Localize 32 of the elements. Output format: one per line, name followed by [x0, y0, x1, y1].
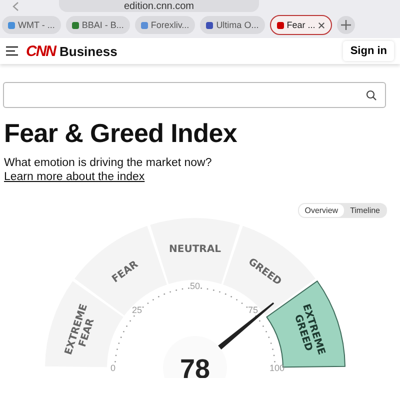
section-title: Business	[60, 44, 118, 58]
subtitle: What emotion is driving the market now?	[4, 157, 213, 169]
scale-label: 50	[190, 281, 200, 291]
segment-label: NEUTRAL	[169, 244, 221, 255]
new-tab-icon[interactable]	[337, 16, 356, 34]
tab-label: Ultima O...	[216, 20, 259, 30]
page-title: Fear & Greed Index	[4, 118, 238, 149]
tab-label: Fear ...	[286, 20, 316, 30]
sign-in-button[interactable]: Sign in	[343, 41, 394, 61]
scale-label: 0	[110, 363, 116, 373]
tab-label: Forexliv...	[150, 20, 190, 30]
logo[interactable]: CNN	[26, 42, 56, 60]
browser-tab[interactable]: BBAI - B...	[66, 16, 130, 34]
browser-tab[interactable]: Ultima O...	[200, 16, 265, 34]
browser-tab[interactable]: Forexliv...	[134, 16, 196, 34]
gauge-value: 78	[180, 354, 210, 378]
scale-label: 75	[248, 305, 258, 316]
view-tab[interactable]: Overview	[298, 204, 344, 217]
learn-more-link[interactable]: Learn more about the index	[4, 171, 145, 183]
menu-icon[interactable]	[6, 46, 18, 56]
scale-label: 100	[269, 363, 285, 373]
tab-label: BBAI - B...	[82, 20, 124, 30]
view-tab[interactable]: Timeline	[344, 204, 386, 217]
browser-tab[interactable]: Fear ...	[270, 15, 332, 35]
search-icon[interactable]	[366, 90, 377, 100]
browser-tab[interactable]: WMT - ...	[2, 16, 61, 34]
close-icon[interactable]	[318, 22, 326, 28]
gauge-needle	[218, 302, 274, 350]
search-field[interactable]	[3, 82, 386, 108]
address-bar[interactable]: edition.cnn.com	[59, 0, 259, 12]
scale-label: 25	[132, 305, 142, 316]
tab-label: WMT - ...	[18, 20, 55, 30]
